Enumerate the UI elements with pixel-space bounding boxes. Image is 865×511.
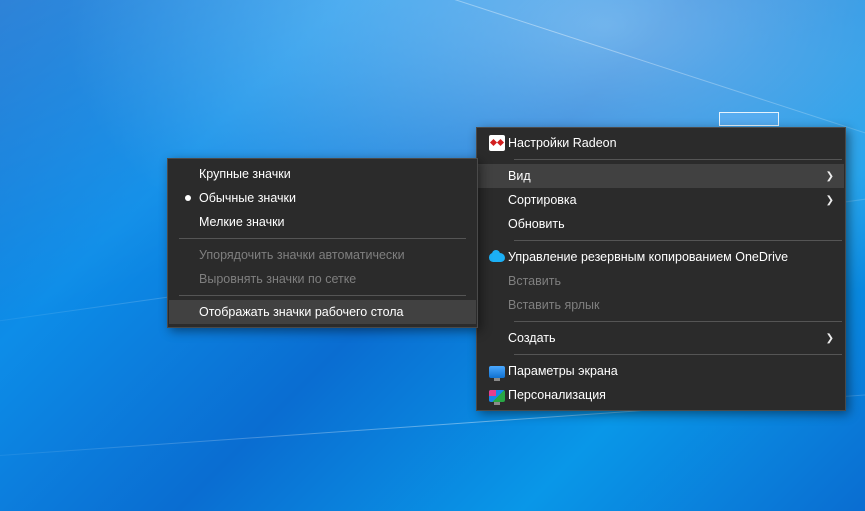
personalize-icon [486,389,508,402]
desktop-selection-rectangle [719,112,779,126]
menu-item-paste-shortcut: Вставить ярлык [478,293,844,317]
submenu-arrow-icon: ❯ [820,333,834,344]
menu-item-onedrive-backup[interactable]: Управление резервным копированием OneDri… [478,245,844,269]
menu-item-label: Обычные значки [199,191,466,205]
menu-item-radeon-settings[interactable]: Настройки Radeon [478,131,844,155]
menu-item-label: Сортировка [508,193,820,207]
menu-item-large-icons[interactable]: Крупные значки [169,162,476,186]
menu-item-paste: Вставить [478,269,844,293]
menu-item-label: Мелкие значки [199,215,466,229]
menu-item-label: Персонализация [508,388,834,402]
menu-item-sort[interactable]: Сортировка ❯ [478,188,844,212]
menu-separator [514,321,842,322]
menu-item-small-icons[interactable]: Мелкие значки [169,210,476,234]
menu-separator [514,354,842,355]
menu-item-new[interactable]: Создать ❯ [478,326,844,350]
menu-separator [179,238,466,239]
menu-item-align-grid[interactable]: Выровнять значки по сетке [169,267,476,291]
menu-item-label: Управление резервным копированием OneDri… [508,250,834,264]
menu-item-medium-icons[interactable]: Обычные значки [169,186,476,210]
desktop-context-menu: Настройки Radeon Вид ❯ Сортировка ❯ Обно… [476,127,846,411]
menu-item-label: Обновить [508,217,834,231]
menu-item-label: Вид [508,169,820,183]
display-icon [486,365,508,378]
menu-item-label: Выровнять значки по сетке [199,272,466,286]
menu-item-show-desktop-icons[interactable]: Отображать значки рабочего стола [169,300,476,324]
menu-item-display-settings[interactable]: Параметры экрана [478,359,844,383]
menu-item-label: Вставить ярлык [508,298,834,312]
onedrive-icon [486,249,508,265]
menu-item-label: Отображать значки рабочего стола [199,305,466,319]
radio-selected-icon [177,195,199,201]
menu-separator [514,159,842,160]
menu-item-label: Крупные значки [199,167,466,181]
radeon-icon [486,135,508,151]
menu-separator [514,240,842,241]
menu-item-label: Вставить [508,274,834,288]
view-submenu: Крупные значки Обычные значки Мелкие зна… [167,158,478,328]
menu-item-label: Настройки Radeon [508,136,834,150]
menu-item-label: Параметры экрана [508,364,834,378]
menu-item-refresh[interactable]: Обновить [478,212,844,236]
menu-item-label: Упорядочить значки автоматически [199,248,466,262]
menu-item-label: Создать [508,331,820,345]
submenu-arrow-icon: ❯ [820,195,834,206]
submenu-arrow-icon: ❯ [820,171,834,182]
menu-item-auto-arrange[interactable]: Упорядочить значки автоматически [169,243,476,267]
menu-item-view[interactable]: Вид ❯ [478,164,844,188]
menu-item-personalize[interactable]: Персонализация [478,383,844,407]
menu-separator [179,295,466,296]
